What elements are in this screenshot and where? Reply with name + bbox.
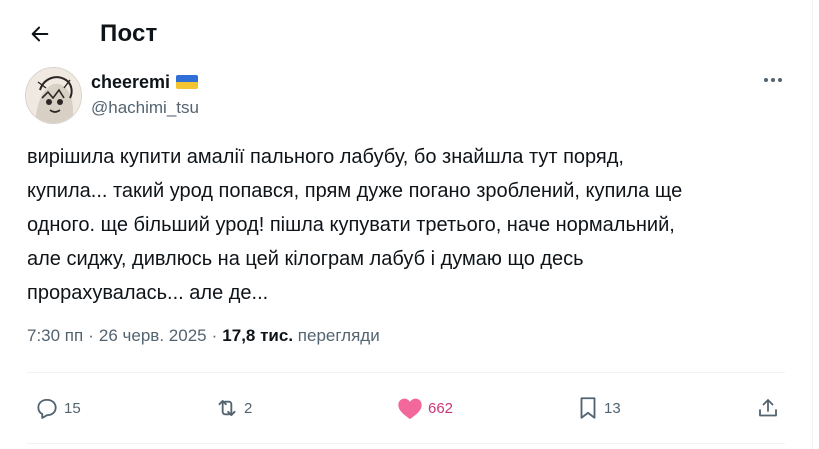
page-header: Пост (24, 14, 158, 54)
flag-yellow-stripe (176, 82, 199, 89)
more-horizontal-icon (764, 78, 782, 82)
arrow-left-icon (31, 26, 49, 42)
post-text-line: вирішила купити амалії пального лабубу, … (27, 146, 624, 168)
divider (27, 372, 785, 373)
repost-count: 2 (244, 399, 253, 417)
views-count: 17,8 тис. (222, 326, 294, 345)
post-text: вирішила купити амалії пального лабубу, … (27, 140, 797, 310)
reply-icon (37, 398, 57, 419)
meta-separator: · (88, 326, 94, 345)
repost-button[interactable]: 2 (214, 392, 252, 424)
bookmark-count: 13 (604, 399, 621, 417)
back-button[interactable] (24, 18, 56, 50)
action-bar: 15 2 662 13 (26, 392, 786, 424)
heart-filled-icon (398, 398, 422, 420)
avatar[interactable] (25, 67, 82, 124)
like-count: 662 (428, 399, 454, 417)
post-text-line: купила... такий урод попався, прям дуже … (27, 180, 683, 202)
post-date[interactable]: 26 черв. 2025 (99, 326, 207, 345)
flag-blue-stripe (176, 75, 199, 82)
reply-count: 15 (64, 399, 81, 417)
bookmark-button[interactable]: 13 (576, 392, 621, 424)
avatar-illustration (26, 68, 81, 123)
like-button[interactable]: 662 (396, 392, 453, 424)
post-text-line: але сиджу, дивлюсь на цей кілограм лабуб… (27, 248, 584, 270)
more-options-button[interactable] (761, 70, 785, 90)
reply-button[interactable]: 15 (34, 392, 81, 424)
page-title: Пост (100, 20, 158, 47)
post-text-line: одного. ще більший урод! пішла купувати … (27, 214, 675, 236)
divider (27, 443, 785, 444)
bookmark-icon (580, 397, 596, 419)
user-handle[interactable]: @hachimi_tsu (91, 98, 199, 118)
post-time[interactable]: 7:30 пп (27, 326, 83, 345)
share-icon (759, 399, 777, 417)
name-row: cheeremi (91, 70, 199, 94)
views-label: перегляди (297, 326, 380, 345)
ukraine-flag-icon (176, 75, 199, 89)
meta-separator: · (211, 326, 218, 345)
author-info: cheeremi @hachimi_tsu (91, 70, 199, 118)
repost-icon (218, 400, 236, 416)
post-meta: 7:30 пп · 26 черв. 2025 · 17,8 тис. перегляд… (27, 326, 380, 346)
display-name[interactable]: cheeremi (91, 72, 170, 93)
share-button[interactable] (756, 392, 780, 424)
column-border (812, 0, 813, 449)
post-text-line: прорахувалась... але де... (27, 282, 269, 304)
